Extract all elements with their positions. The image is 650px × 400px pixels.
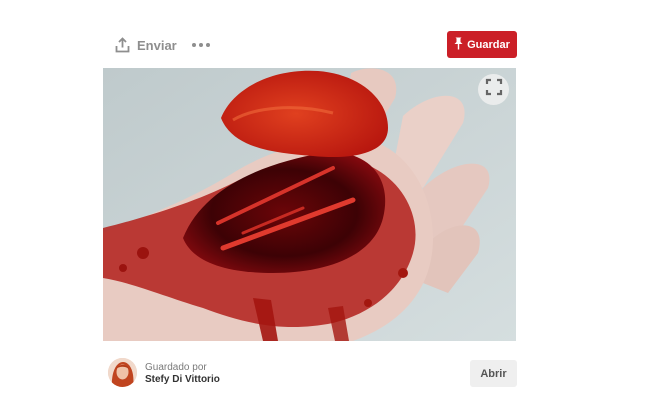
share-icon bbox=[115, 37, 130, 53]
saved-by-label: Guardado por bbox=[145, 362, 207, 373]
open-button[interactable]: Abrir bbox=[470, 360, 517, 387]
send-label: Enviar bbox=[137, 37, 177, 53]
saved-by-user-name[interactable]: Stefy Di Vittorio bbox=[145, 374, 220, 386]
pin-page: Enviar Guardar Guardado por Stefy Di Vit… bbox=[0, 0, 650, 400]
avatar[interactable] bbox=[108, 358, 137, 387]
open-label: Abrir bbox=[480, 367, 507, 380]
expand-icon bbox=[485, 78, 503, 101]
saved-by-info: Guardado por Stefy Di Vittorio bbox=[145, 362, 220, 386]
pin-icon bbox=[454, 37, 463, 53]
save-label: Guardar bbox=[467, 38, 510, 51]
more-icon bbox=[192, 43, 196, 47]
pin-toolbar: Enviar Guardar bbox=[103, 30, 517, 60]
save-button[interactable]: Guardar bbox=[447, 31, 517, 58]
more-options-button[interactable] bbox=[192, 36, 210, 54]
pin-image[interactable] bbox=[103, 68, 516, 341]
send-button[interactable]: Enviar bbox=[115, 36, 177, 54]
pin-footer: Guardado por Stefy Di Vittorio Abrir bbox=[103, 356, 517, 392]
expand-image-button[interactable] bbox=[478, 74, 509, 105]
